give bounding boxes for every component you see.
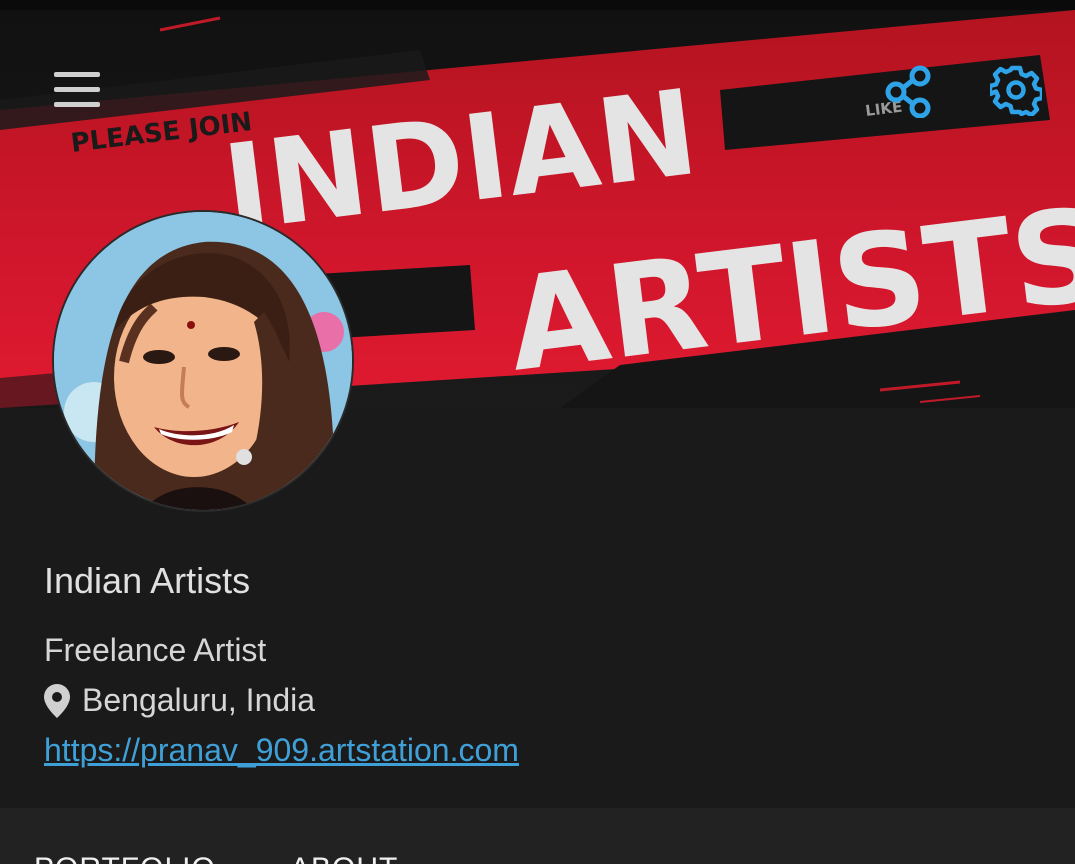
profile-tabs: PORTFOLIO ABOUT	[0, 808, 1075, 864]
profile-name: Indian Artists	[44, 560, 251, 601]
status-strip	[0, 0, 1075, 10]
map-pin-icon	[44, 683, 70, 718]
profile-location-text: Bengaluru, India	[82, 682, 316, 718]
share-icon[interactable]	[884, 64, 934, 119]
website-link[interactable]: https://pranav_909.artstation.com	[44, 732, 519, 769]
profile-location: Bengaluru, India	[44, 682, 315, 719]
profile-headline: Freelance Artist	[44, 632, 267, 668]
tab-portfolio[interactable]: PORTFOLIO	[34, 852, 216, 864]
gear-icon[interactable]	[987, 64, 1045, 118]
avatar[interactable]	[52, 210, 354, 512]
hamburger-menu-icon[interactable]	[54, 72, 100, 110]
tab-about[interactable]: ABOUT	[290, 852, 398, 864]
